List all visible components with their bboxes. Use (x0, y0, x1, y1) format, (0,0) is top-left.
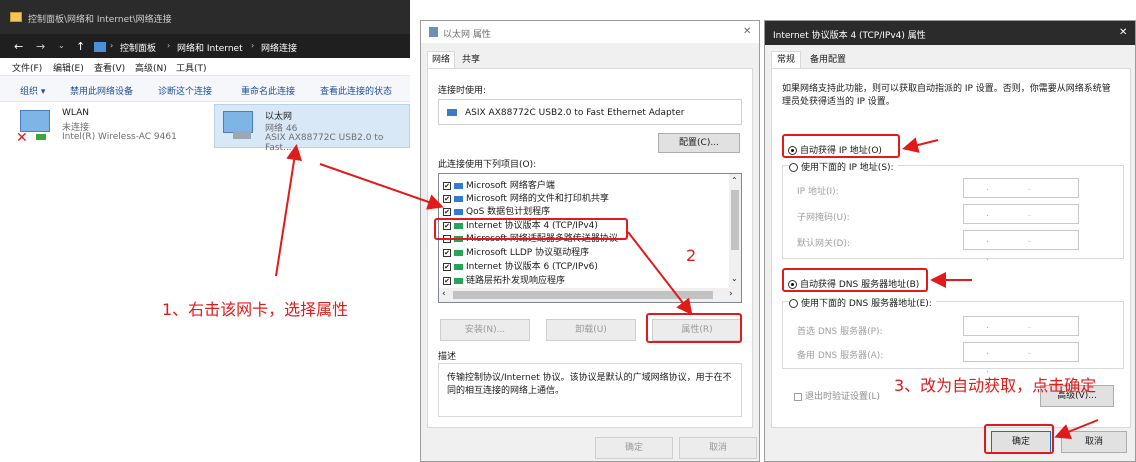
step1-annotation: 1、右击该网卡，选择属性 (162, 300, 349, 319)
arrow-to-properties (627, 231, 693, 316)
arrow-to-adapter (275, 144, 303, 277)
step2-annotation: 2 (686, 246, 697, 265)
arrow-to-ok (1054, 419, 1099, 439)
arrow-to-auto-ip (902, 137, 939, 153)
step3-annotation: 3、改为自动获取，点击确定 (894, 376, 1097, 395)
arrow-to-list (319, 163, 444, 210)
